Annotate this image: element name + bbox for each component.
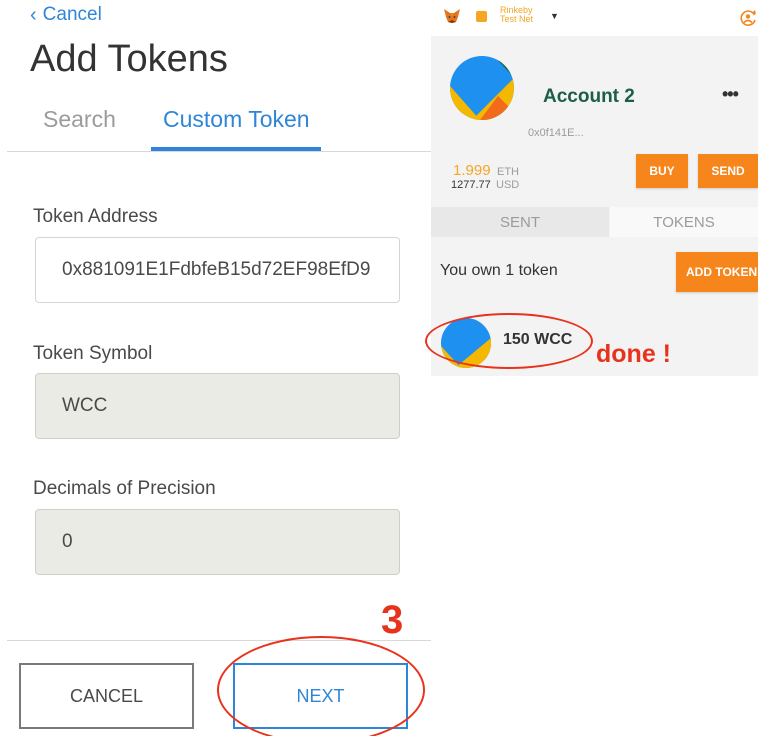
- add-token-button[interactable]: ADD TOKEN: [676, 252, 758, 292]
- metamask-fox-icon: [444, 9, 460, 23]
- send-button[interactable]: SEND: [698, 154, 758, 188]
- token-symbol-label: Token Symbol: [33, 343, 153, 364]
- account-switch-icon[interactable]: [738, 8, 758, 28]
- decimals-input[interactable]: 0: [35, 509, 400, 575]
- tab-tokens[interactable]: TOKENS: [610, 207, 758, 237]
- decimals-label: Decimals of Precision: [33, 478, 216, 499]
- account-avatar: [450, 56, 514, 120]
- network-name-line2: Test Net: [500, 14, 534, 24]
- more-dots-icon[interactable]: •••: [722, 84, 739, 105]
- token-highlight-circle: [425, 313, 593, 369]
- tab-sent[interactable]: SENT: [431, 207, 609, 237]
- usd-balance: 1277.77: [451, 179, 491, 191]
- token-count-text: You own 1 token: [440, 262, 558, 279]
- account-address[interactable]: 0x0f141E...: [528, 127, 584, 139]
- tab-search[interactable]: Search: [43, 106, 116, 133]
- usd-unit: USD: [496, 179, 520, 191]
- token-address-input[interactable]: 0x881091E1FdbfeB15d72EF98EfD9: [35, 237, 400, 303]
- account-name: Account 2: [543, 86, 635, 107]
- token-address-label: Token Address: [33, 206, 158, 227]
- cancel-link[interactable]: ‹ Cancel: [30, 4, 102, 26]
- eth-balance: 1.999: [453, 162, 491, 179]
- cancel-link-label: Cancel: [42, 4, 102, 25]
- next-highlight-circle: [217, 636, 425, 736]
- buy-button[interactable]: BUY: [636, 154, 688, 188]
- eth-unit: ETH: [497, 166, 519, 178]
- cancel-button[interactable]: CANCEL: [19, 663, 194, 729]
- network-status-dot: [476, 11, 487, 22]
- step-number-annotation: 3: [381, 598, 404, 642]
- page-title: Add Tokens: [30, 38, 228, 80]
- token-symbol-input[interactable]: WCC: [35, 373, 400, 439]
- network-name[interactable]: Rinkeby Test Net: [500, 6, 533, 24]
- done-annotation: done !: [596, 340, 671, 368]
- tab-custom-token[interactable]: Custom Token: [163, 106, 310, 133]
- tabs-divider: [7, 151, 431, 152]
- dropdown-caret-icon[interactable]: ▼: [550, 11, 559, 21]
- back-chevron-icon: ‹: [30, 4, 37, 26]
